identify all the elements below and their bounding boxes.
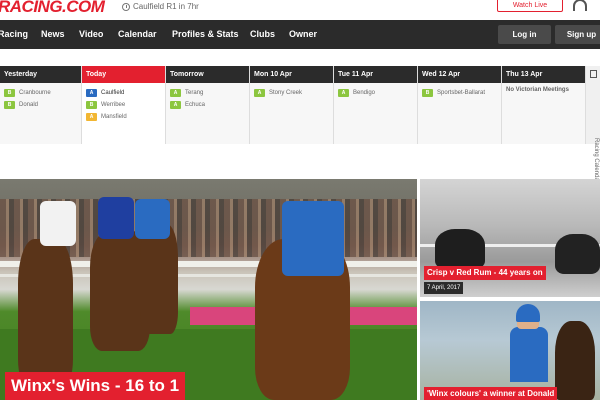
calendar-icon	[590, 70, 597, 78]
meeting-class-badge: B	[86, 101, 97, 109]
watch-live-button[interactable]: Watch Live	[497, 0, 563, 12]
news-card-date: 7 April, 2017	[424, 282, 464, 294]
horse-figure	[555, 321, 595, 400]
hero-headline[interactable]: Winx's Wins - 16 to 1	[5, 372, 186, 400]
news-card-headline[interactable]: Crisp v Red Rum - 44 years on	[424, 266, 546, 280]
venue-name: Echuca	[185, 102, 206, 108]
race-countdown[interactable]: Caulfield R1 in 7hr	[122, 2, 199, 11]
meeting-class-badge: A	[254, 89, 265, 97]
venue-name: Sportsbet-Ballarat	[437, 90, 486, 96]
news-card-headline[interactable]: 'Winx colours' a winner at Donald	[424, 387, 558, 400]
nav-item-clubs[interactable]: Clubs	[250, 29, 275, 39]
venue-name: Mansfield	[101, 114, 127, 120]
nav-item-calendar[interactable]: Calendar	[118, 29, 157, 39]
calendar-day-wed-12-apr[interactable]: Wed 12 Apr B Sportsbet-Ballarat	[418, 66, 502, 144]
nav-item-news[interactable]: News	[41, 29, 65, 39]
venue-name: Werribee	[101, 102, 126, 108]
venue-item[interactable]: A Stony Creek	[254, 87, 329, 99]
horse-figure	[18, 239, 73, 389]
racing-calendar: Yesterday B Cranbourne B Donald Today A Cau…	[0, 66, 586, 144]
horse-figure	[435, 229, 485, 269]
jockey-cap	[516, 304, 540, 322]
day-label: Mon 10 Apr	[250, 66, 333, 83]
jockey-figure	[40, 201, 76, 246]
venue-item[interactable]: A Caulfield	[86, 87, 161, 99]
meeting-class-badge: A	[170, 89, 181, 97]
nav-item-video[interactable]: Video	[79, 29, 103, 39]
calendar-day-tomorrow[interactable]: Tomorrow A Terang A Echuca	[166, 66, 250, 144]
racing-logo[interactable]: RACING.COM	[0, 0, 105, 17]
meeting-class-badge: A	[170, 101, 181, 109]
signup-button[interactable]: Sign up	[555, 25, 600, 44]
headphones-icon[interactable]	[573, 0, 587, 11]
venue-name: Bendigo	[353, 90, 376, 96]
day-label: Wed 12 Apr	[418, 66, 501, 83]
horse-figure	[555, 234, 600, 274]
venue-item[interactable]: B Cranbourne	[4, 87, 77, 99]
day-label: Yesterday	[0, 66, 81, 83]
jockey-figure	[282, 201, 344, 276]
meeting-class-badge: B	[4, 101, 15, 109]
clock-icon	[122, 2, 130, 11]
top-bar: RACING.COM Caulfield R1 in 7hr Watch Liv…	[0, 0, 600, 20]
day-label: Thu 13 Apr	[502, 66, 585, 83]
meeting-class-badge: A	[338, 89, 349, 97]
calendar-day-yesterday[interactable]: Yesterday B Cranbourne B Donald	[0, 66, 82, 144]
horse-figure	[140, 224, 178, 334]
calendar-day-thu-13-apr[interactable]: Thu 13 Apr No Victorian Meetings	[502, 66, 586, 144]
venue-name: Stony Creek	[269, 90, 303, 96]
venue-item[interactable]: A Mansfield	[86, 111, 161, 123]
meeting-class-badge: B	[4, 89, 15, 97]
venue-name: Terang	[185, 90, 204, 96]
venue-item[interactable]: A Echuca	[170, 99, 245, 111]
venue-item[interactable]: B Werribee	[86, 99, 161, 111]
main-nav: Racing News Video Calendar Profiles & St…	[0, 20, 600, 49]
day-label: Tue 11 Apr	[334, 66, 417, 83]
calendar-day-mon-10-apr[interactable]: Mon 10 Apr A Stony Creek	[250, 66, 334, 144]
news-card-image[interactable]	[420, 301, 600, 400]
meeting-class-badge: A	[86, 113, 97, 121]
racing-calendar-toggle[interactable]: Racing Calendar	[586, 66, 600, 183]
day-label: Today	[82, 66, 165, 83]
no-meetings-note: No Victorian Meetings	[506, 87, 569, 93]
hero-image[interactable]	[0, 179, 417, 400]
meeting-class-badge: A	[86, 89, 97, 97]
venue-item[interactable]: A Bendigo	[338, 87, 413, 99]
venue-name: Cranbourne	[19, 90, 51, 96]
calendar-day-today[interactable]: Today A Caulfield B Werribee A Mansfield	[82, 66, 166, 144]
venue-name: Caulfield	[101, 90, 125, 96]
jockey-silks	[510, 327, 548, 382]
nav-item-profiles-stats[interactable]: Profiles & Stats	[172, 29, 239, 39]
venue-name: Donald	[19, 102, 39, 108]
jockey-figure	[98, 197, 134, 239]
jockey-figure	[135, 199, 170, 239]
venue-item[interactable]: B Sportsbet-Ballarat	[422, 87, 497, 99]
day-label: Tomorrow	[166, 66, 249, 83]
venue-item[interactable]: B Donald	[4, 99, 77, 111]
nav-item-racing[interactable]: Racing	[0, 29, 28, 39]
login-button[interactable]: Log in	[498, 25, 551, 44]
meeting-class-badge: B	[422, 89, 433, 97]
venue-item[interactable]: A Terang	[170, 87, 245, 99]
calendar-side-label: Racing Calendar	[593, 138, 599, 183]
calendar-day-tue-11-apr[interactable]: Tue 11 Apr A Bendigo	[334, 66, 418, 144]
countdown-text: Caulfield R1 in 7hr	[133, 2, 199, 11]
nav-item-owner[interactable]: Owner	[289, 29, 317, 39]
